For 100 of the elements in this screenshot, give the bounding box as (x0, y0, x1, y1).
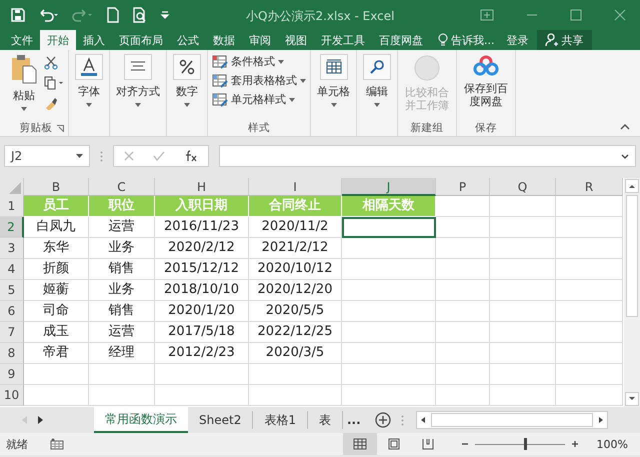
customize-icon[interactable] (160, 10, 170, 20)
copy-icon[interactable] (44, 76, 64, 90)
column-header[interactable]: J (342, 178, 436, 196)
style-menu-button[interactable]: 套用表格格式 (212, 73, 306, 88)
group-label: 新建组 (410, 121, 444, 135)
macro-record-icon[interactable] (50, 438, 64, 450)
formula-input[interactable] (219, 145, 636, 167)
ribbon-button[interactable]: 单元格 (315, 54, 352, 120)
share-button[interactable]: 共享 (536, 30, 592, 50)
column-header[interactable]: Q (490, 178, 556, 196)
row-header[interactable]: 9 (0, 364, 24, 385)
page-layout-icon[interactable] (388, 438, 400, 450)
ribbon-button[interactable]: 字体 (73, 54, 105, 120)
page-break-icon[interactable] (422, 438, 434, 450)
row-header[interactable]: 5 (0, 280, 24, 301)
table-cell (436, 217, 490, 238)
name-box[interactable]: J2 (4, 145, 90, 167)
next-sheet-icon[interactable] (38, 416, 44, 424)
column-header[interactable]: R (556, 178, 623, 196)
expand-icon (621, 154, 629, 158)
ribbon-tab[interactable]: 审阅 (242, 30, 278, 50)
format-painter-icon[interactable] (44, 96, 58, 110)
scroll-down-icon[interactable] (625, 392, 639, 406)
column-header[interactable]: I (249, 178, 342, 196)
ribbon-button[interactable]: 数字 (171, 54, 203, 120)
normal-view-icon[interactable] (352, 438, 367, 450)
table-cell (556, 343, 623, 364)
table-cell (490, 238, 556, 259)
table-format-icon (212, 54, 228, 68)
ribbon-button[interactable]: 保存到百度网盘 (461, 54, 511, 120)
ribbon-display-icon[interactable] (480, 9, 494, 21)
row-header[interactable]: 6 (0, 301, 24, 322)
ribbon-button[interactable]: 对齐方式 (114, 54, 162, 120)
scroll-up-icon[interactable] (625, 179, 639, 193)
sheet-tab[interactable]: 表格1 (253, 411, 308, 429)
row-header[interactable]: 10 (0, 385, 24, 406)
ribbon-tab[interactable]: 开发工具 (314, 30, 372, 50)
clipboard-icon (10, 54, 38, 84)
table-cell (490, 301, 556, 322)
print-preview-icon[interactable] (132, 7, 148, 23)
table-cell (490, 280, 556, 301)
more-sheets-button[interactable]: ... (342, 407, 365, 433)
add-sheet-icon[interactable] (374, 412, 391, 428)
ribbon-tab[interactable]: 文件 (4, 30, 40, 50)
table-cell: 2020/2/12 (155, 238, 249, 259)
vertical-scrollbar[interactable] (624, 178, 640, 407)
style-menu-button[interactable]: 条件格式 (212, 54, 306, 69)
table-format-icon (212, 74, 228, 88)
selected-cell[interactable] (342, 217, 436, 238)
zoom-in-icon[interactable] (570, 440, 579, 448)
sheet-tab[interactable]: 表 (308, 411, 343, 429)
save-icon[interactable] (10, 7, 26, 23)
undo-icon[interactable] (38, 7, 60, 23)
table-cell: 业务 (89, 238, 155, 259)
ribbon-tab[interactable]: 插入 (76, 30, 112, 50)
check-icon[interactable] (152, 151, 165, 161)
scissors-icon[interactable] (44, 56, 58, 70)
ribbon-tab[interactable]: 开始 (40, 30, 76, 50)
horizontal-scrollbar[interactable] (416, 411, 608, 429)
ribbon-tab[interactable]: 视图 (278, 30, 314, 50)
ribbon-tab[interactable]: 公式 (170, 30, 206, 50)
sheet-tab[interactable]: Sheet2 (188, 411, 254, 429)
column-header[interactable]: C (89, 178, 155, 196)
table-cell: 2022/12/25 (249, 322, 342, 343)
column-header[interactable]: B (24, 178, 89, 196)
row-header[interactable]: 3 (0, 238, 24, 259)
function-icon[interactable] (184, 150, 198, 162)
ribbon-tab[interactable]: 页面布局 (112, 30, 170, 50)
row-header[interactable]: 8 (0, 343, 24, 364)
table-cell: 姬蘅 (24, 280, 89, 301)
dropdown-icon (330, 103, 336, 107)
column-header[interactable]: P (436, 178, 490, 196)
row-header[interactable]: 1 (0, 196, 24, 217)
column-header[interactable]: H (155, 178, 249, 196)
ribbon-button[interactable]: 编辑 (361, 54, 393, 120)
row-header[interactable]: 7 (0, 322, 24, 343)
table-cell (490, 217, 556, 238)
cloud-icon (472, 54, 500, 78)
maximize-icon[interactable] (570, 9, 582, 21)
table-cell: 2015/12/12 (155, 259, 249, 280)
close-icon[interactable] (614, 9, 626, 21)
tell-me-button[interactable]: 告诉我... (451, 32, 494, 48)
login-button[interactable]: 登录 (506, 30, 528, 50)
new-document-icon[interactable] (106, 7, 120, 23)
paste-button[interactable]: 粘贴 (8, 54, 40, 120)
table-cell: 2017/5/18 (155, 322, 249, 343)
dialog-launcher-icon[interactable] (57, 125, 64, 132)
table-cell (490, 364, 556, 385)
row-header[interactable]: 2 (0, 217, 24, 238)
table-cell: 销售 (89, 301, 155, 322)
table-cell: 经理 (89, 343, 155, 364)
table-cell (556, 364, 623, 385)
zoom-level[interactable]: 100% (596, 438, 628, 450)
row-header[interactable]: 4 (0, 259, 24, 280)
style-menu-button[interactable]: 单元格样式 (212, 92, 306, 107)
collapse-ribbon-icon[interactable] (620, 124, 630, 130)
sheet-tab[interactable]: 常用函数演示 (94, 407, 188, 433)
dropdown-icon (374, 103, 380, 107)
ribbon-tab[interactable]: 数据 (206, 30, 242, 50)
ribbon-tab[interactable]: 百度网盘 (372, 30, 430, 50)
